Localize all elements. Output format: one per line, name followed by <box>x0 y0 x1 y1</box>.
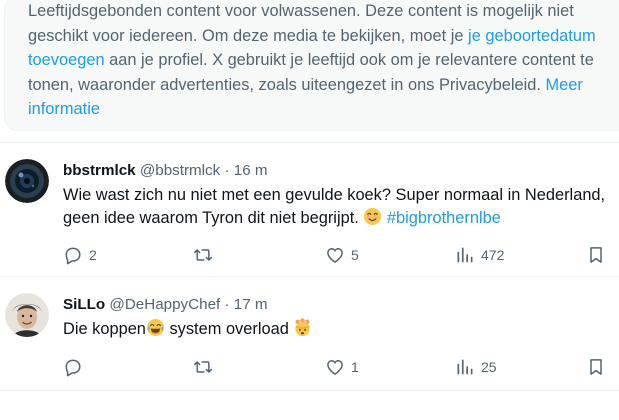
age-restriction-notice: Leeftijdsgebonden content voor volwassen… <box>4 0 619 131</box>
laughing-emoji <box>146 318 165 344</box>
repost-icon <box>193 361 213 373</box>
exploding-head-emoji <box>293 318 312 344</box>
tweet[interactable]: bbstrmlck @bbstrmlck · 16 m Wie wast zic… <box>0 143 619 276</box>
like-icon <box>327 248 343 263</box>
tweet-text-line: Die koppen system overload <box>63 318 619 344</box>
user-handle[interactable]: @DeHappyChef <box>109 296 220 313</box>
tweet-text-part: Die koppen <box>63 320 146 338</box>
tweet-text: Wie wast zich nu niet met een gevulde ko… <box>63 184 619 233</box>
timestamp[interactable]: 16 m <box>234 162 268 179</box>
separator: · <box>224 162 230 179</box>
notice-text-part2: aan je profiel. X gebruikt je leeftijd o… <box>28 51 594 94</box>
tweet-text-line: Wie wast zich nu niet met een gevulde ko… <box>63 186 606 204</box>
smiling-emoji <box>363 207 382 233</box>
repost-button[interactable] <box>193 243 219 267</box>
tweet-actions: 2 5 472 <box>0 243 619 267</box>
tweet-actions: 1 25 <box>0 355 619 379</box>
user-handle[interactable]: @bbstrmlck <box>140 162 220 179</box>
views-count: 472 <box>481 247 505 263</box>
tweet-text-part: geen idee waarom Tyron dit niet begrijpt… <box>63 209 364 227</box>
reply-icon <box>65 359 81 377</box>
notice-text: Leeftijdsgebonden content voor volwassen… <box>28 0 619 122</box>
bookmark-button[interactable] <box>586 243 606 267</box>
tweet-header: SiLLo @DeHappyChef · 17 m <box>63 295 268 315</box>
views-button[interactable]: 25 <box>455 355 497 379</box>
repost-icon <box>193 249 213 261</box>
hashtag-link[interactable]: #bigbrothernlbe <box>387 209 501 227</box>
reply-count: 2 <box>89 247 97 263</box>
tweet-text-part: system overload <box>164 320 294 338</box>
like-button[interactable]: 1 <box>325 355 359 379</box>
separator: · <box>224 296 230 313</box>
timestamp[interactable]: 17 m <box>234 296 268 313</box>
tweet-text: Die koppen system overload <box>63 318 619 344</box>
divider <box>0 390 619 391</box>
avatar[interactable] <box>5 159 49 203</box>
like-count: 1 <box>351 359 359 375</box>
avatar[interactable] <box>5 293 49 337</box>
like-button[interactable]: 5 <box>325 243 359 267</box>
views-count: 25 <box>481 359 497 375</box>
reply-button[interactable] <box>63 355 89 379</box>
views-button[interactable]: 472 <box>455 243 504 267</box>
bookmark-button[interactable] <box>586 355 606 379</box>
bookmark-icon <box>590 359 602 375</box>
like-icon <box>327 360 343 375</box>
reply-icon <box>65 247 81 265</box>
views-icon <box>457 247 473 263</box>
reply-button[interactable]: 2 <box>63 243 97 267</box>
display-name[interactable]: bbstrmlck <box>63 162 136 179</box>
tweet[interactable]: SiLLo @DeHappyChef · 17 m Die koppen sys… <box>0 277 619 390</box>
bookmark-icon <box>590 247 602 263</box>
like-count: 5 <box>351 247 359 263</box>
tweet-text-line: geen idee waarom Tyron dit niet begrijpt… <box>63 207 619 233</box>
tweet-header: bbstrmlck @bbstrmlck · 16 m <box>63 161 268 181</box>
display-name[interactable]: SiLLo <box>63 296 105 313</box>
views-icon <box>457 359 473 375</box>
repost-button[interactable] <box>193 355 219 379</box>
